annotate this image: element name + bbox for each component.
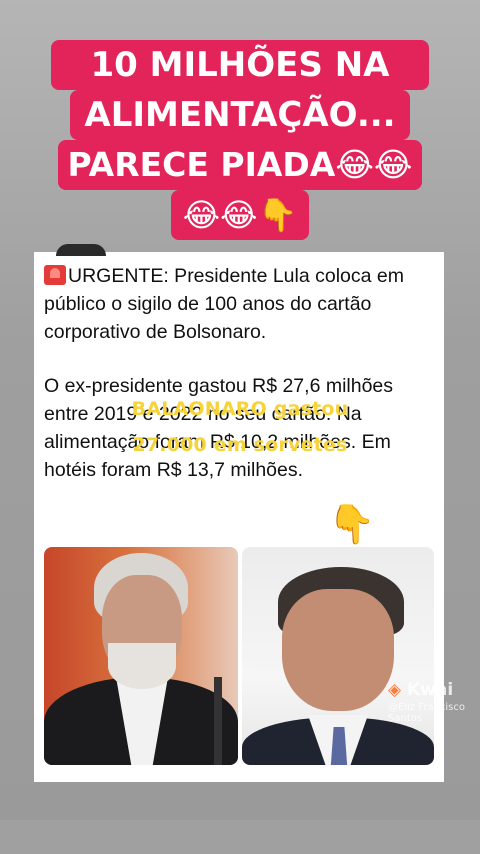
urgent-label: URGENTE: [68,265,169,287]
headline-line-1: 10 MILHÕES NA [50,40,430,90]
avatar [56,244,106,256]
siren-icon [44,265,66,285]
headline-line-3: PARECE PIADA😂😂 [57,140,423,190]
tweet-paragraph-2: O ex-presidente gastou R$ 27,6 milhões e… [44,375,394,481]
bottom-area [0,820,480,854]
bolsonaro-photo [242,547,434,765]
lula-photo [44,547,238,765]
tweet-paragraph-1: URGENTE: Presidente Lula coloca em públi… [44,262,434,346]
headline-line-2: ALIMENTAÇÃO... [70,90,410,140]
overlay-caption-2: 27.000 em sorvetes [132,434,348,456]
watermark-user: @Eliz Francisco Santos [388,702,466,724]
overlay-caption-1: BALAONARO gastou [131,398,349,420]
kwai-label: Kwai [407,680,454,700]
pointing-down-hand-icon: 👇 [328,502,376,546]
kwai-watermark: ◈ Kwai @Eliz Francisco Santos [388,680,480,724]
headline-line-4: 😂😂👇 [170,190,310,240]
kwai-logo-icon: ◈ [388,680,402,700]
headline: 10 MILHÕES NA ALIMENTAÇÃO... PARECE PIAD… [26,40,454,240]
